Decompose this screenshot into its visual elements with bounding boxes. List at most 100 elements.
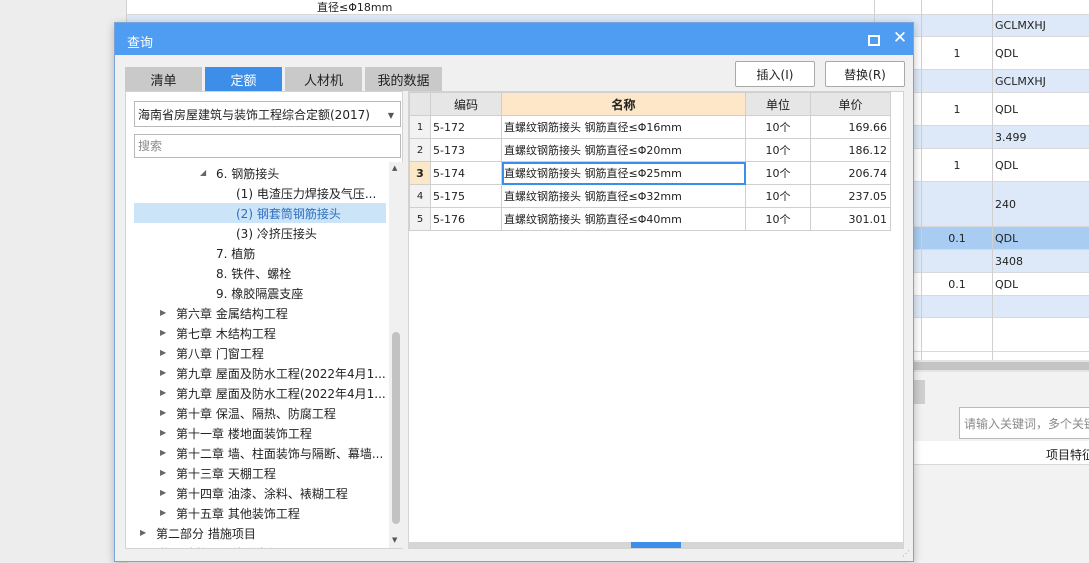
scrollbar-thumb[interactable]	[392, 332, 400, 524]
dialog-titlebar[interactable]: 查询 ✕	[115, 23, 913, 55]
code-cell[interactable]: 5-174	[430, 161, 502, 185]
collapsed-triangle-icon[interactable]: ▶	[160, 348, 166, 357]
tree-item[interactable]: 7. 植筋	[134, 243, 386, 263]
background-horizontal-scrollbar[interactable]	[913, 360, 1089, 372]
tree-item[interactable]: ▶ 第十四章 油漆、涂料、裱糊工程	[134, 483, 386, 503]
name-cell[interactable]: 直螺纹钢筋接头 钢筋直径≤Φ25mm	[501, 161, 746, 185]
insert-button[interactable]: 插入(I)	[735, 61, 815, 87]
tree-item[interactable]: ▶ 第九章 屋面及防水工程(2022年4月1...	[134, 363, 386, 383]
collapsed-triangle-icon[interactable]: ▶	[160, 508, 166, 517]
table-row[interactable]: 4 5-175 直螺纹钢筋接头 钢筋直径≤Φ32mm 10个 237.05	[409, 184, 891, 208]
row-number-cell[interactable]: 3	[409, 161, 431, 185]
tree-item[interactable]: (2) 钢套筒钢筋接头	[134, 203, 386, 223]
column-header-name[interactable]: 名称	[501, 92, 746, 116]
tree-item[interactable]: 8. 铁件、螺栓	[134, 263, 386, 283]
tree-item[interactable]: ▶附录 建筑工程综合定额	[134, 543, 386, 548]
tab-bill[interactable]: 清单	[125, 67, 202, 91]
scroll-down-icon[interactable]: ▼	[392, 536, 397, 544]
unit-cell[interactable]: 10个	[745, 161, 811, 185]
column-header-code[interactable]: 编码	[430, 92, 502, 116]
unit-cell[interactable]: 10个	[745, 184, 811, 208]
unit-cell[interactable]: 10个	[745, 207, 811, 231]
collapsed-triangle-icon[interactable]: ▶	[160, 308, 166, 317]
code-cell[interactable]: 5-175	[430, 184, 502, 208]
price-cell[interactable]: 206.74	[810, 161, 891, 185]
tab-labor-material-machine[interactable]: 人材机	[285, 67, 362, 91]
collapsed-triangle-icon[interactable]: ▶	[160, 328, 166, 337]
background-qty-cell	[923, 15, 991, 36]
row-number-cell[interactable]: 1	[409, 115, 431, 139]
table-row[interactable]: 5 5-176 直螺纹钢筋接头 钢筋直径≤Φ40mm 10个 301.01	[409, 207, 891, 231]
row-number-cell[interactable]: 5	[409, 207, 431, 231]
collapsed-triangle-icon[interactable]: ▶	[160, 388, 166, 397]
close-icon[interactable]: ✕	[891, 29, 909, 47]
background-qty-cell: 1	[953, 46, 961, 60]
expanded-triangle-icon[interactable]: ◢	[200, 168, 206, 177]
tree-item-label: 第九章 屋面及防水工程(2022年4月1...	[176, 367, 386, 381]
quota-book-select[interactable]: 海南省房屋建筑与装饰工程综合定额(2017) ▼	[134, 101, 401, 127]
table-row[interactable]: 2 5-173 直螺纹钢筋接头 钢筋直径≤Φ20mm 10个 186.12	[409, 138, 891, 162]
table-row[interactable]: 3 5-174 直螺纹钢筋接头 钢筋直径≤Φ25mm 10个 206.74	[409, 161, 891, 185]
collapsed-triangle-icon[interactable]: ▶	[160, 468, 166, 477]
background-keyword-search-input[interactable]: 请输入关键词，多个关键	[959, 407, 1089, 439]
maximize-icon[interactable]	[865, 31, 881, 47]
code-cell[interactable]: 5-176	[430, 207, 502, 231]
tree-item[interactable]: ▶ 第九章 屋面及防水工程(2022年4月1...	[134, 383, 386, 403]
name-cell[interactable]: 直螺纹钢筋接头 钢筋直径≤Φ32mm	[501, 184, 746, 208]
background-unit-cell: QDL	[995, 231, 1019, 245]
name-cell[interactable]: 直螺纹钢筋接头 钢筋直径≤Φ16mm	[501, 115, 746, 139]
name-cell[interactable]: 直螺纹钢筋接头 钢筋直径≤Φ20mm	[501, 138, 746, 162]
code-cell[interactable]: 5-173	[430, 138, 502, 162]
tree-item-label: 第六章 金属结构工程	[176, 307, 288, 321]
tree-item[interactable]: ▶ 第八章 门窗工程	[134, 343, 386, 363]
tree-search-input[interactable]	[134, 134, 401, 158]
tree-item[interactable]: ▶ 第十二章 墙、柱面装饰与隔断、幕墙...	[134, 443, 386, 463]
price-cell[interactable]: 169.66	[810, 115, 891, 139]
tree-item[interactable]: ▶ 第二部分 措施项目	[134, 523, 386, 543]
column-header-unit[interactable]: 单位	[745, 92, 811, 116]
quota-grid-panel: 编码 名称 单位 单价 1 5-172 直螺纹钢筋接头 钢筋直径≤Φ16mm 10个 1…	[408, 91, 904, 549]
collapsed-triangle-icon[interactable]: ▶	[160, 428, 166, 437]
tree-item[interactable]: ◢ 6. 钢筋接头	[134, 163, 386, 183]
scrollbar-thumb[interactable]	[631, 542, 681, 548]
column-header-price[interactable]: 单价	[810, 92, 891, 116]
row-number-cell[interactable]: 2	[409, 138, 431, 162]
background-panel-tab[interactable]	[913, 380, 925, 404]
collapsed-triangle-icon[interactable]: ▶	[160, 368, 166, 377]
collapsed-triangle-icon[interactable]: ▶	[140, 528, 146, 537]
price-cell[interactable]: 237.05	[810, 184, 891, 208]
unit-cell[interactable]: 10个	[745, 138, 811, 162]
tree-item[interactable]: (3) 冷挤压接头	[134, 223, 386, 243]
tree-item-label: 附录 建筑工程综合定额	[156, 545, 386, 548]
grid-horizontal-scrollbar[interactable]	[409, 542, 903, 548]
collapsed-triangle-icon[interactable]: ▶	[160, 488, 166, 497]
tree-item-label: 第十一章 楼地面装饰工程	[176, 427, 312, 441]
collapsed-triangle-icon[interactable]: ▶	[160, 448, 166, 457]
unit-cell[interactable]: 10个	[745, 115, 811, 139]
tree-item-label: 6. 钢筋接头	[216, 167, 280, 181]
tree-item[interactable]: ▶ 第六章 金属结构工程	[134, 303, 386, 323]
table-row[interactable]: 1 5-172 直螺纹钢筋接头 钢筋直径≤Φ16mm 10个 169.66	[409, 115, 891, 139]
row-number-cell[interactable]: 4	[409, 184, 431, 208]
tree-item[interactable]: (1) 电渣压力焊接及气压...	[134, 183, 386, 203]
tree-item[interactable]: ▶ 第十章 保温、隔热、防腐工程	[134, 403, 386, 423]
resize-grip-icon[interactable]: ⋰	[902, 549, 912, 559]
code-cell[interactable]: 5-172	[430, 115, 502, 139]
scroll-up-icon[interactable]: ▲	[392, 164, 397, 172]
replace-button[interactable]: 替换(R)	[825, 61, 905, 87]
tree-item[interactable]: ▶ 第七章 木结构工程	[134, 323, 386, 343]
tab-quota[interactable]: 定额	[205, 67, 282, 91]
price-cell[interactable]: 186.12	[810, 138, 891, 162]
tab-my-data[interactable]: 我的数据	[365, 67, 442, 91]
quota-tree: ◢ 6. 钢筋接头 (1) 电渣压力焊接及气压... (2) 钢套筒钢筋接头 (3) 冷…	[126, 162, 388, 548]
tree-item[interactable]: ▶ 第十一章 楼地面装饰工程	[134, 423, 386, 443]
name-cell[interactable]: 直螺纹钢筋接头 钢筋直径≤Φ40mm	[501, 207, 746, 231]
tree-item[interactable]: ▶ 第十三章 天棚工程	[134, 463, 386, 483]
tree-vertical-scrollbar[interactable]: ▲ ▼	[389, 162, 403, 548]
background-unit-cell: GCLMXHJ	[995, 74, 1046, 88]
price-cell[interactable]: 301.01	[810, 207, 891, 231]
tree-item[interactable]: 9. 橡胶隔震支座	[134, 283, 386, 303]
collapsed-triangle-icon[interactable]: ▶	[160, 408, 166, 417]
query-dialog: 查询 ✕ 清单 定额 人材机 我的数据 插入(I) 替换(R) 海南省房屋建筑与…	[114, 22, 914, 562]
tree-item[interactable]: ▶ 第十五章 其他装饰工程	[134, 503, 386, 523]
